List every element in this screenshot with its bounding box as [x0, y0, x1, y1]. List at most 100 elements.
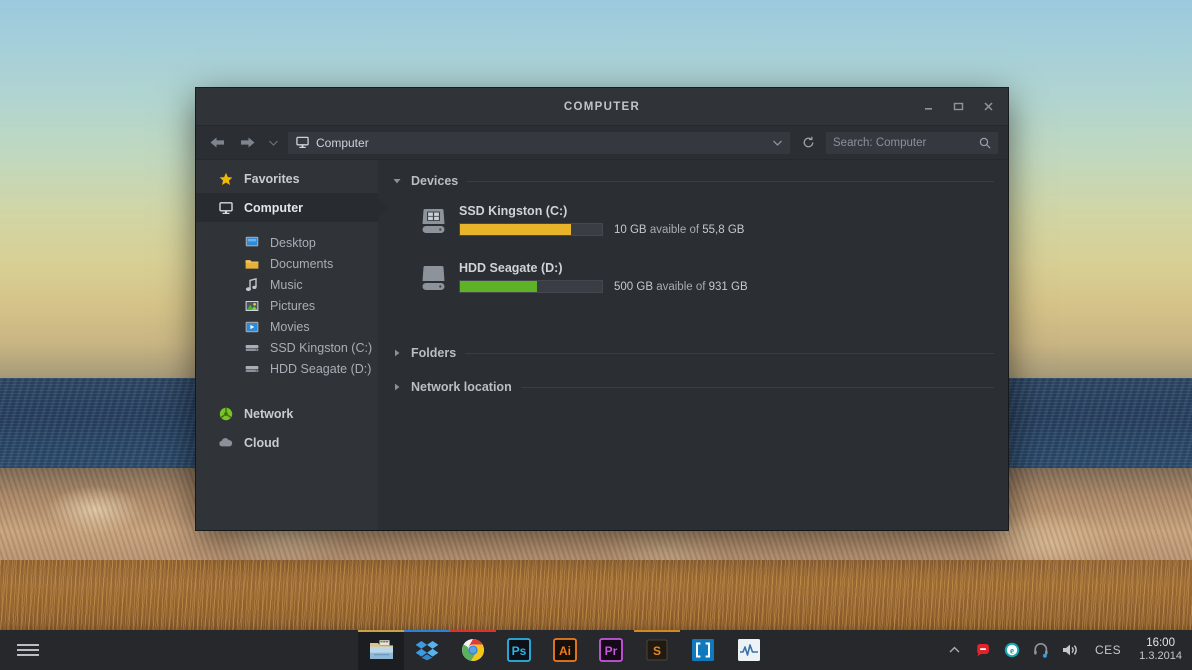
ssd-drive-windows-icon — [420, 204, 446, 237]
svg-text:Pr: Pr — [605, 644, 618, 658]
storage-bar-fill — [460, 224, 571, 235]
sidebar-item-documents[interactable]: Documents — [196, 253, 378, 274]
taskbar-item-dropbox[interactable] — [404, 630, 450, 670]
active-indicator — [358, 630, 404, 632]
sidebar-item-label: Documents — [270, 257, 333, 271]
browser-e-icon: e — [1004, 642, 1020, 658]
active-indicator — [634, 630, 680, 632]
device-name: HDD Seagate (D:) — [459, 261, 994, 275]
folder-icon — [244, 256, 259, 271]
taskbar-item-sublime-text[interactable]: S — [634, 630, 680, 670]
sidebar-item-cloud[interactable]: Cloud — [196, 428, 378, 457]
picture-icon — [244, 298, 259, 313]
window-titlebar[interactable]: COMPUTER — [196, 88, 1008, 126]
clock[interactable]: 16:00 1.3.2014 — [1139, 636, 1182, 664]
star-icon — [218, 171, 233, 186]
device-usage-row: 10 GB avaible of 55,8 GB — [459, 223, 994, 236]
back-arrow-icon — [209, 136, 226, 149]
internet-explorer-button[interactable]: e — [1004, 642, 1021, 659]
search-input[interactable]: Search: Computer — [826, 132, 998, 154]
skype-button[interactable] — [1033, 642, 1050, 659]
history-dropdown-button[interactable] — [266, 132, 280, 154]
taskbar: Ps Ai Pr S — [0, 630, 1192, 670]
svg-text:e: e — [1010, 646, 1014, 656]
sidebar-item-label: Cloud — [244, 436, 279, 450]
remove-badge-icon — [975, 643, 991, 657]
premiere-icon: Pr — [599, 638, 623, 662]
chrome-icon — [461, 638, 485, 662]
sidebar-item-pictures[interactable]: Pictures — [196, 295, 378, 316]
device-free-space: 10 GB — [614, 224, 647, 236]
path-dropdown-button[interactable] — [773, 140, 782, 146]
section-title: Network location — [411, 380, 512, 394]
storage-bar-track — [459, 280, 603, 293]
language-indicator[interactable]: CES — [1095, 643, 1121, 657]
forward-arrow-icon — [239, 136, 256, 149]
cloud-icon — [218, 435, 233, 450]
taskbar-item-chrome[interactable] — [450, 630, 496, 670]
sidebar-item-desktop[interactable]: Desktop — [196, 232, 378, 253]
taskbar-item-illustrator[interactable]: Ai — [542, 630, 588, 670]
sidebar-item-ssd-kingston[interactable]: SSD Kingston (C:) — [196, 337, 378, 358]
back-button[interactable] — [206, 132, 228, 154]
sidebar-item-computer[interactable]: Computer — [196, 193, 378, 222]
section-network-location: Network location — [392, 380, 994, 394]
dropbox-icon — [415, 639, 439, 661]
device-details: SSD Kingston (C:) 10 GB avaible of 55,8 … — [459, 204, 994, 237]
system-monitor-icon — [737, 638, 761, 662]
taskbar-item-premiere[interactable]: Pr — [588, 630, 634, 670]
sidebar-item-label: Computer — [244, 201, 303, 215]
triangle-down-icon[interactable] — [392, 178, 402, 184]
section-header-devices[interactable]: Devices — [392, 174, 994, 188]
device-row[interactable]: HDD Seagate (D:) 500 GB avaible of 931 G… — [420, 261, 994, 294]
section-header-network-location[interactable]: Network location — [392, 380, 994, 394]
hdd-drive-icon — [420, 261, 446, 294]
volume-button[interactable] — [1062, 642, 1079, 659]
sidebar-item-movies[interactable]: Movies — [196, 316, 378, 337]
device-row[interactable]: SSD Kingston (C:) 10 GB avaible of 55,8 … — [420, 204, 994, 237]
clock-time: 16:00 — [1139, 636, 1182, 650]
sidebar-item-label: Network — [244, 407, 293, 421]
headset-icon — [1033, 642, 1049, 658]
sidebar-item-network[interactable]: Network — [196, 399, 378, 428]
notification-red-button[interactable] — [975, 642, 992, 659]
network-icon — [218, 406, 233, 421]
device-of-label: avaible of — [650, 224, 699, 236]
show-hidden-icons-button[interactable] — [946, 642, 963, 659]
taskbar-app-list: Ps Ai Pr S — [358, 630, 772, 670]
device-usage-row: 500 GB avaible of 931 GB — [459, 280, 994, 293]
sidebar-item-hdd-seagate[interactable]: HDD Seagate (D:) — [196, 358, 378, 379]
section-divider — [465, 353, 994, 354]
reload-icon — [802, 136, 815, 149]
active-indicator — [450, 630, 496, 632]
start-button[interactable] — [0, 630, 56, 670]
section-header-folders[interactable]: Folders — [392, 346, 994, 360]
hamburger-menu-icon — [17, 641, 39, 659]
reload-button[interactable] — [798, 132, 818, 154]
sidebar-item-label: Desktop — [270, 236, 316, 250]
sidebar-item-music[interactable]: Music — [196, 274, 378, 295]
taskbar-item-photoshop[interactable]: Ps — [496, 630, 542, 670]
window-body: Favorites Computer — [196, 160, 1008, 530]
music-note-icon — [244, 277, 259, 292]
taskbar-item-brackets[interactable] — [680, 630, 726, 670]
sidebar-item-label: Pictures — [270, 299, 315, 313]
forward-button[interactable] — [236, 132, 258, 154]
file-manager-window: COMPUTER — [196, 88, 1008, 530]
device-total-space: 55,8 GB — [702, 224, 744, 236]
file-explorer-icon — [369, 639, 394, 661]
chevron-down-icon — [773, 140, 782, 146]
path-bar[interactable]: Computer — [288, 132, 790, 154]
search-value: Search: Computer — [833, 137, 973, 149]
sidebar-item-favorites[interactable]: Favorites — [196, 164, 378, 193]
triangle-right-icon[interactable] — [392, 349, 402, 357]
sublime-text-icon: S — [645, 638, 669, 662]
computer-icon — [218, 200, 233, 215]
computer-icon — [296, 136, 309, 149]
movie-icon — [244, 319, 259, 334]
device-free-space: 500 GB — [614, 281, 653, 293]
chevron-down-icon — [269, 140, 278, 146]
taskbar-item-file-explorer[interactable] — [358, 630, 404, 670]
taskbar-item-system-monitor[interactable] — [726, 630, 772, 670]
triangle-right-icon[interactable] — [392, 383, 402, 391]
